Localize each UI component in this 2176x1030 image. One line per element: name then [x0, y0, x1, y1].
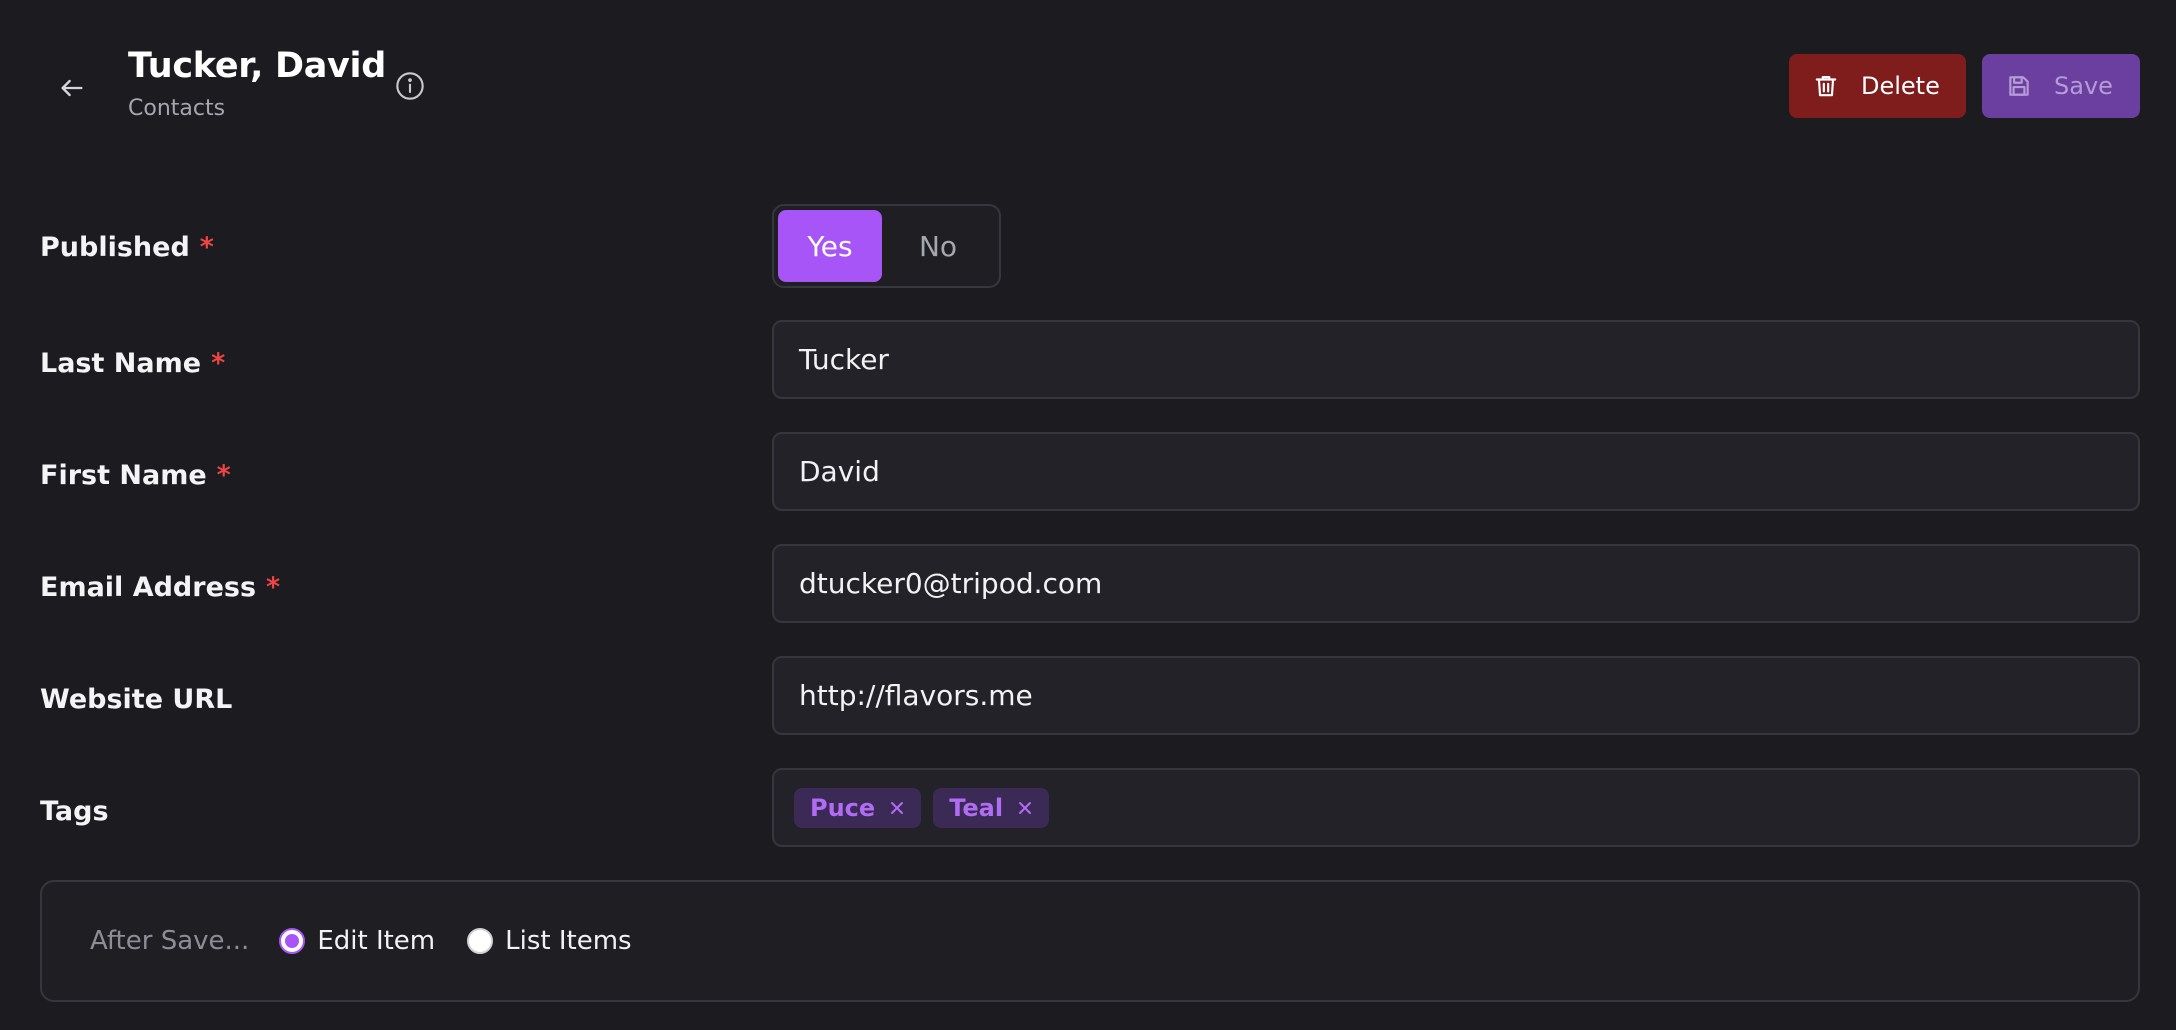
- delete-label: Delete: [1861, 72, 1940, 100]
- save-button[interactable]: Save: [1982, 54, 2140, 118]
- last-name-label: Last Name *: [40, 348, 225, 379]
- edit-item-label: Edit Item: [317, 926, 436, 956]
- floppy-disk-icon: [2009, 76, 2029, 96]
- tag-chip: Puce: [794, 787, 922, 828]
- published-toggle: Yes No: [772, 204, 1001, 288]
- website-url-input[interactable]: http://flavors.me: [772, 656, 2140, 735]
- after-save-panel: After Save... Edit Item List Items: [40, 880, 2140, 1002]
- tags-label-text: Tags: [40, 796, 109, 827]
- last-name-input[interactable]: Tucker: [772, 320, 2140, 399]
- email-field[interactable]: dtucker0@tripod.com: [772, 544, 2140, 623]
- published-no-option[interactable]: No: [886, 210, 990, 282]
- required-marker: *: [266, 572, 281, 603]
- first-name-label: First Name *: [40, 460, 231, 491]
- required-marker: *: [216, 460, 231, 491]
- tag-remove-button[interactable]: [889, 800, 905, 816]
- arrow-left-icon: [61, 79, 83, 97]
- tags-label: Tags: [40, 796, 109, 827]
- email-label: Email Address *: [40, 572, 280, 603]
- edit-item-radio[interactable]: [279, 928, 306, 954]
- close-icon: [1019, 801, 1032, 814]
- tags-input[interactable]: Puce Teal: [772, 768, 2140, 847]
- required-marker: *: [199, 232, 214, 263]
- published-label-text: Published: [40, 232, 190, 263]
- published-yes-option[interactable]: Yes: [778, 210, 882, 282]
- title-block: Tucker, David Contacts: [128, 46, 386, 121]
- list-items-radio[interactable]: [467, 928, 494, 954]
- tag-chip: Teal: [933, 787, 1050, 828]
- email-label-text: Email Address: [40, 572, 257, 603]
- info-button[interactable]: [392, 68, 428, 104]
- website-value: http://flavors.me: [799, 679, 1033, 712]
- info-icon: [396, 72, 424, 100]
- save-label: Save: [2054, 72, 2113, 100]
- last-name-value: Tucker: [799, 343, 889, 376]
- tag-remove-button[interactable]: [1017, 800, 1033, 816]
- delete-button[interactable]: Delete: [1789, 54, 1966, 118]
- published-label: Published *: [40, 232, 214, 263]
- tag-label: Puce: [810, 793, 876, 822]
- first-name-input[interactable]: David: [772, 432, 2140, 511]
- first-name-label-text: First Name: [40, 460, 207, 491]
- trash-icon: [1815, 76, 1837, 97]
- back-button[interactable]: [50, 66, 94, 110]
- after-save-label: After Save...: [90, 926, 250, 956]
- website-label: Website URL: [40, 684, 232, 715]
- required-marker: *: [211, 348, 226, 379]
- page-title: Tucker, David: [128, 46, 387, 86]
- email-value: dtucker0@tripod.com: [799, 567, 1103, 600]
- last-name-label-text: Last Name: [40, 348, 202, 379]
- website-label-text: Website URL: [40, 684, 233, 715]
- first-name-value: David: [799, 455, 880, 488]
- breadcrumb[interactable]: Contacts: [128, 96, 386, 121]
- list-items-label: List Items: [505, 926, 632, 956]
- close-icon: [891, 801, 904, 814]
- after-save-edit-item-option[interactable]: Edit Item: [279, 926, 435, 956]
- tag-label: Teal: [949, 793, 1004, 822]
- after-save-list-items-option[interactable]: List Items: [467, 926, 632, 956]
